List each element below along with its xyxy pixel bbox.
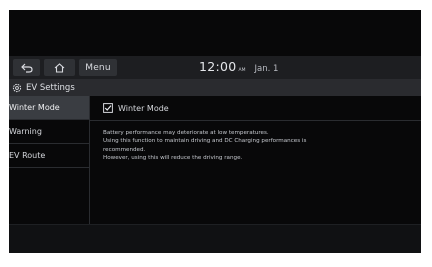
sidebar-item-warning[interactable]: Warning [9, 120, 89, 144]
winter-mode-description: Battery performance may deteriorate at l… [103, 129, 403, 163]
back-button[interactable] [13, 59, 40, 76]
bottom-bar [9, 224, 421, 253]
clock-time: 12:00 [199, 59, 237, 74]
top-bar: Menu 12:00 AM Jan. 1 [9, 56, 421, 79]
title-bar: EV Settings [9, 79, 421, 96]
page-title: EV Settings [26, 82, 75, 93]
sidebar-item-winter-mode[interactable]: Winter Mode [9, 96, 89, 120]
home-button[interactable] [44, 59, 75, 76]
checkbox-checked-icon[interactable] [103, 103, 113, 113]
home-icon [54, 62, 65, 73]
description-line: However, using this will reduce the driv… [103, 155, 243, 162]
sidebar-item-label: Warning [9, 127, 42, 136]
description-line: recommended. [103, 146, 146, 153]
clock-ampm: AM [238, 68, 246, 73]
clock-date: Jan. 1 [254, 64, 279, 74]
infotainment-screen: Menu 12:00 AM Jan. 1 EV Settings Winter … [9, 10, 421, 253]
sidebar: Winter Mode Warning EV Route [9, 96, 90, 224]
sidebar-item-label: EV Route [9, 151, 46, 160]
sidebar-item-label: Winter Mode [9, 103, 60, 112]
settings-content: Winter Mode Battery performance may dete… [90, 96, 421, 224]
back-arrow-icon [20, 63, 33, 73]
gear-icon [12, 83, 22, 93]
sidebar-item-ev-route[interactable]: EV Route [9, 144, 89, 168]
menu-button[interactable]: Menu [79, 59, 117, 76]
description-line: Battery performance may deteriorate at l… [103, 130, 269, 136]
winter-mode-label: Winter Mode [118, 103, 169, 113]
description-line: Using this function to maintain driving … [103, 138, 307, 145]
clock: 12:00 AM Jan. 1 [199, 59, 278, 76]
winter-mode-toggle[interactable]: Winter Mode [90, 96, 421, 121]
